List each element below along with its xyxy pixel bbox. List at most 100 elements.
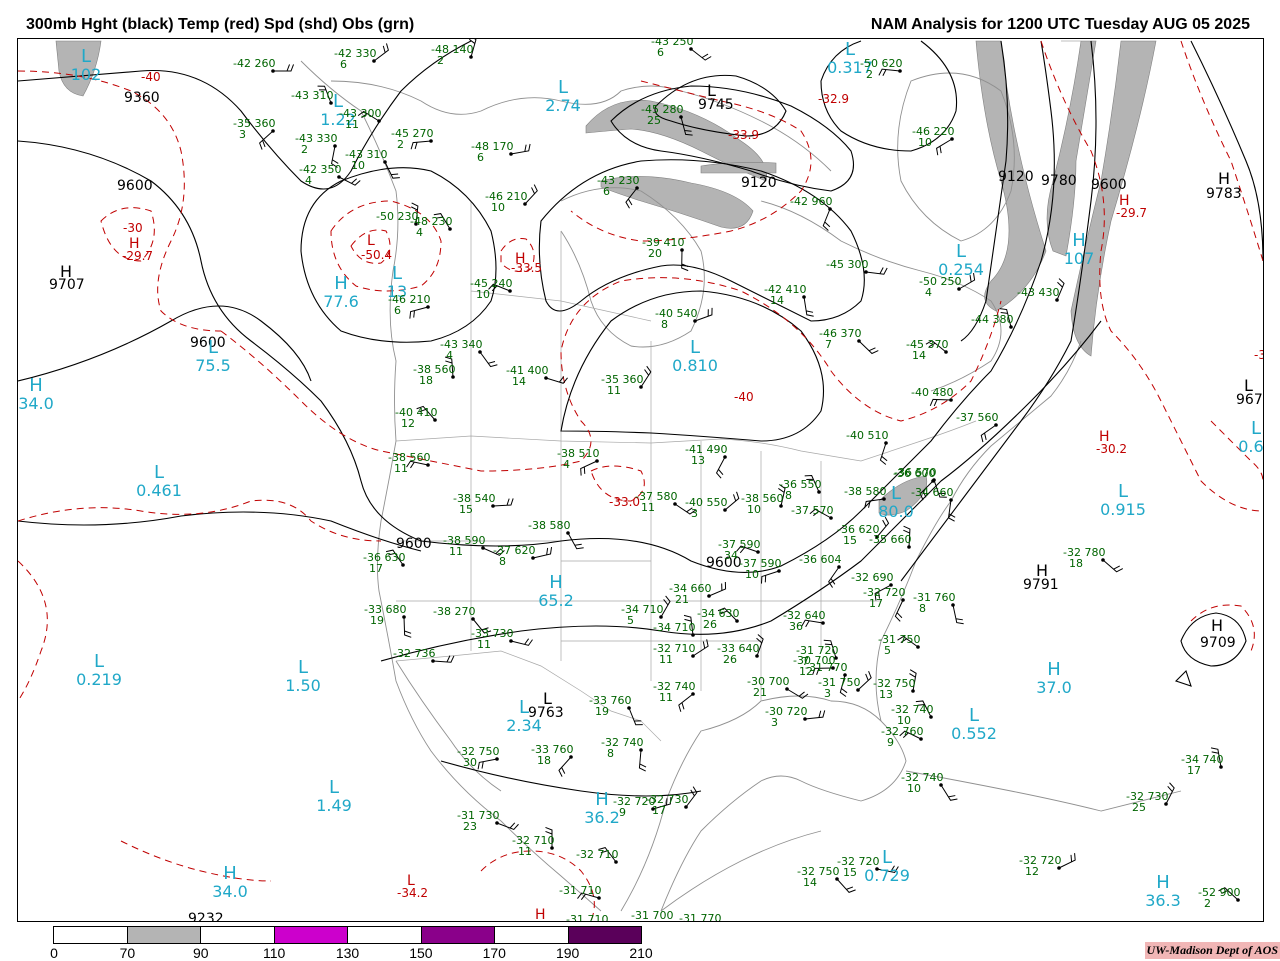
- wind-barb: [496, 822, 519, 831]
- obs-speed: 26: [723, 653, 737, 666]
- station-dot: [689, 47, 693, 51]
- wind-barb: [929, 398, 952, 407]
- station-dot: [471, 617, 475, 621]
- obs-speed: 18: [537, 754, 551, 767]
- obs-temp-height: -31 700: [631, 909, 673, 921]
- obs-speed: 3: [691, 507, 698, 520]
- station-dot: [884, 441, 888, 445]
- station-dot: [383, 160, 387, 164]
- obs-temp-height: -42 960: [790, 195, 832, 208]
- obs-speed: 8: [607, 747, 614, 760]
- station-dot: [929, 715, 933, 719]
- obs-temp-height: -31 710: [566, 913, 608, 921]
- station-dot: [426, 463, 430, 467]
- station-dot: [402, 615, 406, 619]
- obs-speed: 3: [239, 128, 246, 141]
- temp-label: -30: [123, 221, 143, 235]
- speed-center-value: 34.0: [18, 394, 54, 413]
- obs-speed: 4: [925, 286, 932, 299]
- wind-barb: [1102, 559, 1124, 573]
- station-dot: [1057, 866, 1061, 870]
- obs-speed: 9: [887, 736, 894, 749]
- obs-temp-height: -40 510: [846, 429, 888, 442]
- wind-barb: [858, 340, 879, 355]
- contour-9600b: [18, 305, 312, 382]
- station-dot: [901, 598, 905, 602]
- wind-barb: [409, 306, 429, 319]
- station-dot: [469, 55, 473, 59]
- speed-max-symbol: H: [549, 572, 563, 593]
- legend-segment: [274, 927, 348, 943]
- wind-barb: [836, 878, 856, 893]
- station-dot: [691, 633, 695, 637]
- speed-min-symbol: L: [392, 263, 402, 284]
- speed-min-symbol: L: [154, 462, 164, 483]
- obs-speed: 10: [907, 782, 921, 795]
- wind-barb: [878, 68, 901, 76]
- chart-title-right: NAM Analysis for 1200 UTC Tuesday AUG 05…: [870, 16, 1250, 33]
- height-label: 9232: [188, 911, 224, 921]
- obs-speed: 6: [603, 185, 610, 198]
- obs-temp-height: -45 300: [826, 258, 868, 271]
- height-label: 9360: [124, 90, 160, 106]
- obs-speed: 4: [305, 174, 312, 187]
- station-dot: [433, 418, 437, 422]
- station-dot: [550, 846, 554, 850]
- station-dot: [829, 516, 833, 520]
- temp-label: -40: [141, 70, 161, 84]
- station-dot: [1236, 898, 1240, 902]
- station-dot: [531, 556, 535, 560]
- obs-temp-height: -32 710: [576, 848, 618, 861]
- station-dot: [856, 688, 860, 692]
- station-dot: [377, 119, 381, 123]
- wind-barb: [715, 456, 726, 479]
- speed-min-symbol: L: [969, 705, 979, 726]
- wind-barb: [510, 143, 531, 155]
- temp-low-symbol: L: [367, 233, 375, 249]
- station-dot: [779, 504, 783, 508]
- obs-speed: 10: [476, 288, 490, 301]
- station-dot: [673, 502, 677, 506]
- wind-barb: [403, 616, 412, 638]
- contour-9780: [440, 760, 702, 797]
- wind-barb: [804, 710, 826, 720]
- obs-speed: 25: [1132, 801, 1146, 814]
- obs-temp-height: -38 580: [528, 519, 570, 532]
- station-dot: [481, 546, 485, 550]
- station-dot: [680, 248, 684, 252]
- obs-speed: 20: [648, 247, 662, 260]
- station-dot: [777, 569, 781, 573]
- station-dot: [723, 508, 727, 512]
- wind-barb: [952, 604, 964, 625]
- obs-speed: 11: [518, 845, 532, 858]
- obs-speed: 30: [463, 756, 477, 769]
- station-dot: [566, 531, 570, 535]
- station-dot: [957, 287, 961, 291]
- station-dot: [916, 645, 920, 649]
- obs-temp-height: -38 270: [433, 605, 475, 618]
- station-dot: [911, 689, 915, 693]
- station-dot: [509, 152, 513, 156]
- speed-min-symbol: L: [1251, 418, 1261, 439]
- obs-speed: 14: [803, 876, 817, 889]
- height-label: 9709: [1200, 635, 1236, 651]
- wind-barb: [492, 498, 514, 507]
- station-dot: [837, 565, 841, 569]
- coastline-labrador: [760, 200, 1002, 392]
- station-dot: [523, 202, 527, 206]
- speed-center-value: 0.552: [951, 724, 997, 743]
- station-dot: [508, 289, 512, 293]
- station-dot: [271, 129, 275, 133]
- wind-barb: [510, 638, 533, 646]
- contour-east-h: [1190, 40, 1263, 262]
- obs-temp-height: -37 570: [791, 504, 833, 517]
- station-dot: [614, 860, 618, 864]
- height-label: 9120: [998, 169, 1034, 185]
- obs-temp-height: -32 736: [393, 647, 435, 660]
- obs-temp-height: -31 770: [679, 912, 721, 921]
- speed-max-symbol: H: [223, 863, 237, 884]
- legend-segment: [127, 927, 201, 943]
- obs-speed: 15: [843, 866, 857, 879]
- obs-speed: 10: [491, 201, 505, 214]
- speed-center-value: 2.74: [545, 96, 581, 115]
